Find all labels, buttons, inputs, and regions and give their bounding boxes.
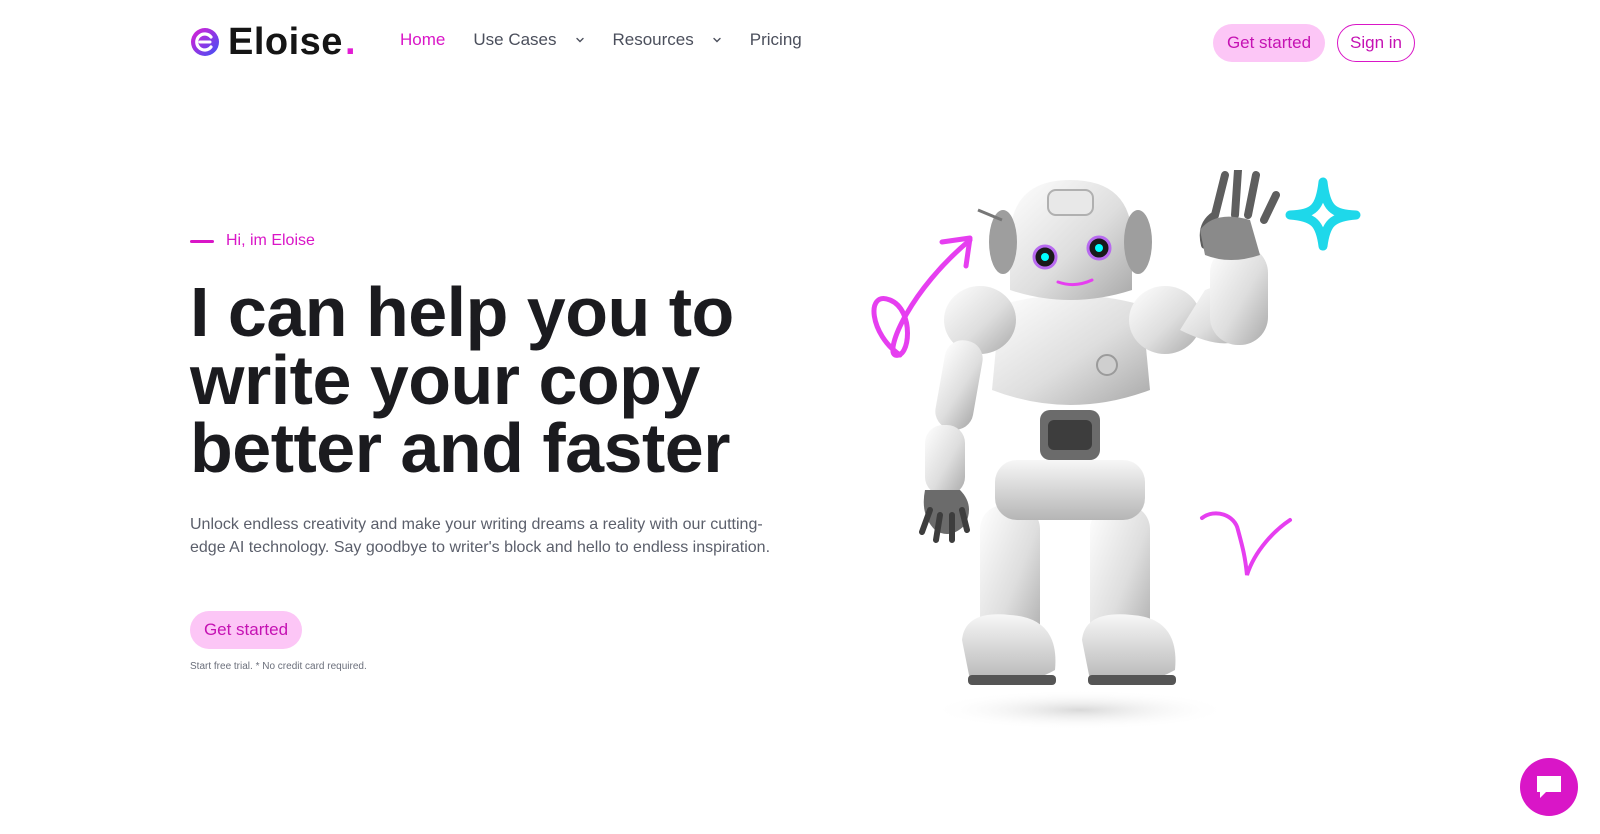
brand-name: Eloise [228, 21, 343, 63]
hero-get-started-button[interactable]: Get started [190, 611, 302, 649]
chat-icon [1537, 776, 1561, 798]
brand-dot: . [344, 21, 356, 63]
main-menu: Home Use Cases Resources Pricing [400, 30, 802, 50]
top-navigation: Eloise . Home Use Cases Resources Pricin… [0, 0, 1600, 84]
logo-mark-icon [191, 28, 219, 56]
eyebrow-text: Hi, im Eloise [226, 232, 315, 249]
chevron-down-icon [713, 37, 721, 43]
nav-item-label: Home [400, 30, 446, 49]
hero-headline: I can help you to write your copy better… [190, 273, 734, 487]
nav-item-home[interactable]: Home [400, 30, 445, 50]
hero-description: Unlock endless creativity and make your … [190, 516, 771, 556]
nav-item-label: Resources [612, 30, 694, 49]
sign-in-button[interactable]: Sign in [1337, 24, 1415, 62]
brand-logo[interactable]: Eloise . [190, 22, 356, 62]
robot-waving-illustration [871, 170, 1361, 730]
nav-item-use-cases[interactable]: Use Cases [473, 30, 584, 50]
hero-eyebrow: Hi, im Eloise [190, 232, 315, 250]
get-started-button[interactable]: Get started [1213, 24, 1325, 62]
free-trial-note: Start free trial. * No credit card requi… [190, 661, 367, 672]
nav-item-resources[interactable]: Resources [613, 30, 722, 50]
nav-item-label: Use Cases [473, 30, 557, 49]
chat-launcher-button[interactable] [1520, 758, 1578, 816]
nav-item-pricing[interactable]: Pricing [750, 30, 802, 50]
nav-item-label: Pricing [749, 30, 802, 49]
chevron-down-icon [575, 37, 584, 43]
eyebrow-divider [190, 239, 214, 243]
